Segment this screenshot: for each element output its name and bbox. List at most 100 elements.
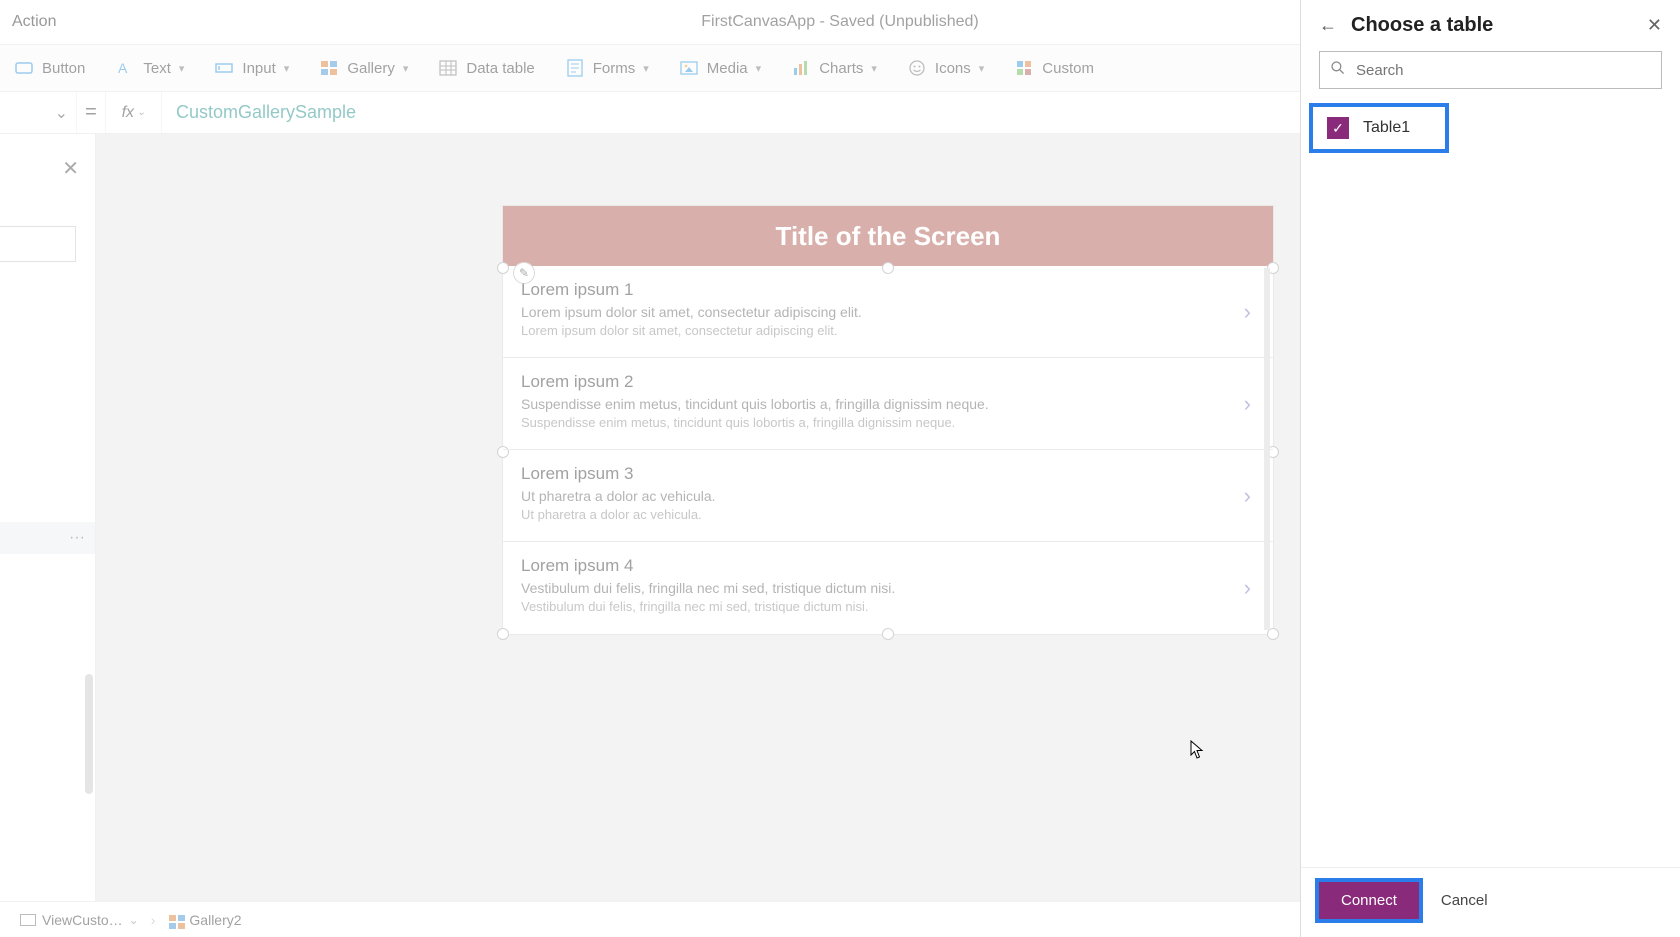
panel-header: ← Choose a table ✕ [1301, 0, 1680, 51]
tree-selected-item[interactable]: ··· [0, 522, 95, 554]
ribbon-input-label: Input [242, 60, 275, 77]
chevron-down-icon: ▾ [643, 62, 649, 75]
cancel-button[interactable]: Cancel [1441, 892, 1488, 909]
gallery-item-subtitle: Lorem ipsum dolor sit amet, consectetur … [521, 304, 1255, 320]
button-icon [14, 58, 34, 78]
breadcrumb-item[interactable]: Gallery2 [161, 910, 247, 930]
ribbon-text[interactable]: A Text ▾ [115, 58, 184, 78]
svg-text:A: A [118, 60, 128, 76]
gallery-item-body: Suspendisse enim metus, tincidunt quis l… [521, 415, 1255, 430]
chevron-down-icon: ▾ [979, 62, 985, 75]
ribbon-gallery-label: Gallery [347, 60, 395, 77]
ribbon-media[interactable]: Media ▾ [679, 58, 761, 78]
ribbon-data-table-label: Data table [466, 60, 534, 77]
close-icon[interactable]: ✕ [62, 156, 79, 181]
table-list: ✓ Table1 [1301, 103, 1680, 867]
screen-title-label: Title of the Screen [776, 221, 1001, 252]
icons-icon [907, 58, 927, 78]
ribbon-charts[interactable]: Charts ▾ [791, 58, 877, 78]
connect-button[interactable]: Connect [1315, 878, 1423, 923]
tree-search-input[interactable] [0, 226, 76, 262]
tab-action-label: Action [12, 13, 56, 31]
ribbon-icons[interactable]: Icons ▾ [907, 58, 984, 78]
screen-preview[interactable]: Title of the Screen ✎ Lorem ipsum 1 Lore… [503, 206, 1273, 634]
ribbon-media-label: Media [707, 60, 748, 77]
charts-icon [791, 58, 811, 78]
data-table-icon [438, 58, 458, 78]
screen-title-bar[interactable]: Title of the Screen [503, 206, 1273, 266]
app-title: FirstCanvasApp - Saved (Unpublished) [701, 13, 978, 31]
ribbon-gallery[interactable]: Gallery ▾ [319, 58, 408, 78]
ribbon-custom[interactable]: Custom [1014, 58, 1094, 78]
ribbon-button[interactable]: Button [14, 58, 85, 78]
breadcrumb-separator: › [151, 912, 156, 928]
panel-title: Choose a table [1351, 14, 1633, 37]
formula-value: CustomGallerySample [176, 102, 356, 123]
gallery-item-title: Lorem ipsum 2 [521, 372, 1255, 392]
fx-label: fx [122, 104, 134, 122]
gallery-icon [167, 912, 183, 928]
forms-icon [565, 58, 585, 78]
custom-icon [1014, 58, 1034, 78]
chevron-down-icon: ⌄ [55, 103, 68, 123]
gallery-item-subtitle: Suspendisse enim metus, tincidunt quis l… [521, 396, 1255, 412]
chevron-right-icon[interactable]: › [1244, 483, 1251, 509]
gallery-item-body: Vestibulum dui felis, fringilla nec mi s… [521, 599, 1255, 614]
ribbon-input[interactable]: Input ▾ [214, 58, 289, 78]
ribbon-charts-label: Charts [819, 60, 863, 77]
ribbon-icons-label: Icons [935, 60, 971, 77]
breadcrumb-label: Gallery2 [189, 912, 241, 928]
chevron-down-icon: ⌄ [137, 107, 145, 118]
ribbon-forms-label: Forms [593, 60, 636, 77]
breadcrumb: ViewCusto… ⌄ › Gallery2 [14, 910, 248, 930]
chevron-down-icon: ▾ [871, 62, 877, 75]
gallery-item-body: Ut pharetra a dolor ac vehicula. [521, 507, 1255, 522]
table-option-table1[interactable]: ✓ Table1 [1309, 103, 1449, 153]
chevron-right-icon[interactable]: › [1244, 575, 1251, 601]
gallery-control[interactable]: Lorem ipsum 1 Lorem ipsum dolor sit amet… [503, 266, 1273, 634]
input-icon [214, 58, 234, 78]
gallery-item[interactable]: Lorem ipsum 4 Vestibulum dui felis, frin… [503, 542, 1273, 634]
media-icon [679, 58, 699, 78]
ribbon-data-table[interactable]: Data table [438, 58, 534, 78]
gallery-item-subtitle: Ut pharetra a dolor ac vehicula. [521, 488, 1255, 504]
formula-equals: = [76, 92, 106, 133]
chevron-down-icon: ⌄ [129, 913, 139, 927]
breadcrumb-label: ViewCusto… [42, 912, 123, 928]
tree-scrollbar[interactable] [85, 674, 93, 794]
gallery-scrollbar[interactable] [1264, 268, 1270, 630]
chevron-down-icon: ▾ [284, 62, 290, 75]
text-icon: A [115, 58, 135, 78]
table-option-label: Table1 [1363, 119, 1410, 137]
gallery-item-title: Lorem ipsum 1 [521, 280, 1255, 300]
chevron-down-icon: ▾ [403, 62, 409, 75]
gallery-item-body: Lorem ipsum dolor sit amet, consectetur … [521, 323, 1255, 338]
back-icon[interactable]: ← [1319, 15, 1337, 36]
more-icon[interactable]: ··· [69, 529, 85, 547]
close-icon[interactable]: ✕ [1647, 15, 1662, 36]
gallery-item[interactable]: Lorem ipsum 2 Suspendisse enim metus, ti… [503, 358, 1273, 450]
search-box[interactable] [1319, 51, 1662, 89]
formula-fx-button[interactable]: fx ⌄ [106, 92, 162, 133]
chevron-right-icon[interactable]: › [1244, 391, 1251, 417]
property-selector[interactable]: ⌄ [0, 92, 76, 133]
chevron-down-icon: ▾ [756, 62, 762, 75]
gallery-item-title: Lorem ipsum 4 [521, 556, 1255, 576]
ribbon-custom-label: Custom [1042, 60, 1094, 77]
gallery-item-title: Lorem ipsum 3 [521, 464, 1255, 484]
active-ribbon-tab[interactable]: Action [0, 0, 68, 44]
ribbon-forms[interactable]: Forms ▾ [565, 58, 649, 78]
checkbox-checked-icon[interactable]: ✓ [1327, 117, 1349, 139]
chevron-right-icon[interactable]: › [1244, 299, 1251, 325]
breadcrumb-item[interactable]: ViewCusto… ⌄ [14, 910, 145, 930]
gallery-icon [319, 58, 339, 78]
ribbon-text-label: Text [143, 60, 171, 77]
gallery-item[interactable]: Lorem ipsum 3 Ut pharetra a dolor ac veh… [503, 450, 1273, 542]
panel-footer: Connect Cancel [1301, 867, 1680, 937]
screen-icon [20, 914, 36, 926]
search-input[interactable] [1356, 62, 1651, 79]
ribbon-button-label: Button [42, 60, 85, 77]
chevron-down-icon: ▾ [179, 62, 185, 75]
choose-table-panel: ← Choose a table ✕ ✓ Table1 Connect Canc… [1300, 0, 1680, 937]
gallery-item[interactable]: Lorem ipsum 1 Lorem ipsum dolor sit amet… [503, 266, 1273, 358]
